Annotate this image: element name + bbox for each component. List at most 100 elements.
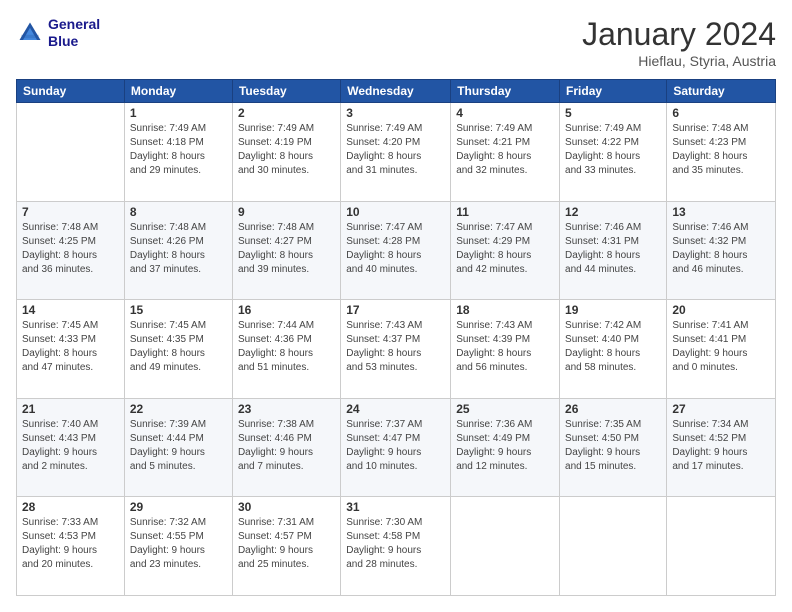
day-cell: 11 Sunrise: 7:47 AM Sunset: 4:29 PM Dayli… (451, 201, 560, 300)
day-number: 26 (565, 402, 661, 416)
day-info: Sunrise: 7:38 AM Sunset: 4:46 PM Dayligh… (238, 418, 335, 474)
day-number: 22 (130, 402, 227, 416)
day-number: 3 (346, 106, 445, 120)
day-info: Sunrise: 7:49 AM Sunset: 4:18 PM Dayligh… (130, 122, 227, 178)
day-number: 19 (565, 303, 661, 317)
day-number: 16 (238, 303, 335, 317)
day-info: Sunrise: 7:49 AM Sunset: 4:19 PM Dayligh… (238, 122, 335, 178)
day-info: Sunrise: 7:43 AM Sunset: 4:37 PM Dayligh… (346, 319, 445, 375)
logo-icon (16, 19, 44, 47)
day-cell: 25 Sunrise: 7:36 AM Sunset: 4:49 PM Dayli… (451, 398, 560, 497)
day-info: Sunrise: 7:46 AM Sunset: 4:32 PM Dayligh… (672, 221, 770, 277)
day-cell: 24Sunrise: 7:37 AM Sunset: 4:47 PM Dayli… (341, 398, 451, 497)
day-cell: 28 Sunrise: 7:33 AM Sunset: 4:53 PM Dayli… (17, 497, 125, 596)
week-row-1: 7Sunrise: 7:48 AM Sunset: 4:25 PM Daylig… (17, 201, 776, 300)
day-info: Sunrise: 7:48 AM Sunset: 4:23 PM Dayligh… (672, 122, 770, 178)
day-cell: 31 Sunrise: 7:30 AM Sunset: 4:58 PM Dayli… (341, 497, 451, 596)
day-info: Sunrise: 7:40 AM Sunset: 4:43 PM Dayligh… (22, 418, 119, 474)
day-info: Sunrise: 7:36 AM Sunset: 4:49 PM Dayligh… (456, 418, 554, 474)
day-cell: 14 Sunrise: 7:45 AM Sunset: 4:33 PM Dayli… (17, 300, 125, 399)
calendar-table: Sunday Monday Tuesday Wednesday Thursday… (16, 79, 776, 596)
col-wednesday: Wednesday (341, 80, 451, 103)
day-number: 8 (130, 205, 227, 219)
day-info: Sunrise: 7:44 AM Sunset: 4:36 PM Dayligh… (238, 319, 335, 375)
logo: General Blue (16, 16, 100, 50)
day-info: Sunrise: 7:35 AM Sunset: 4:50 PM Dayligh… (565, 418, 661, 474)
month-title: January 2024 (582, 16, 776, 53)
day-info: Sunrise: 7:42 AM Sunset: 4:40 PM Dayligh… (565, 319, 661, 375)
day-cell: 27Sunrise: 7:34 AM Sunset: 4:52 PM Dayli… (667, 398, 776, 497)
day-number: 1 (130, 106, 227, 120)
day-cell: 17 Sunrise: 7:43 AM Sunset: 4:37 PM Dayli… (341, 300, 451, 399)
day-number: 31 (346, 500, 445, 514)
day-number: 11 (456, 205, 554, 219)
day-number: 20 (672, 303, 770, 317)
day-info: Sunrise: 7:47 AM Sunset: 4:28 PM Dayligh… (346, 221, 445, 277)
location-title: Hieflau, Styria, Austria (582, 53, 776, 69)
col-saturday: Saturday (667, 80, 776, 103)
day-info: Sunrise: 7:41 AM Sunset: 4:41 PM Dayligh… (672, 319, 770, 375)
day-number: 30 (238, 500, 335, 514)
day-info: Sunrise: 7:33 AM Sunset: 4:53 PM Dayligh… (22, 516, 119, 572)
day-cell: 18Sunrise: 7:43 AM Sunset: 4:39 PM Dayli… (451, 300, 560, 399)
week-row-4: 28 Sunrise: 7:33 AM Sunset: 4:53 PM Dayli… (17, 497, 776, 596)
day-info: Sunrise: 7:34 AM Sunset: 4:52 PM Dayligh… (672, 418, 770, 474)
day-number: 4 (456, 106, 554, 120)
calendar-body: 1 Sunrise: 7:49 AM Sunset: 4:18 PM Daylig… (17, 103, 776, 596)
title-block: January 2024 Hieflau, Styria, Austria (582, 16, 776, 69)
day-number: 13 (672, 205, 770, 219)
day-info: Sunrise: 7:46 AM Sunset: 4:31 PM Dayligh… (565, 221, 661, 277)
day-info: Sunrise: 7:47 AM Sunset: 4:29 PM Dayligh… (456, 221, 554, 277)
col-tuesday: Tuesday (232, 80, 340, 103)
day-number: 28 (22, 500, 119, 514)
day-info: Sunrise: 7:32 AM Sunset: 4:55 PM Dayligh… (130, 516, 227, 572)
day-info: Sunrise: 7:49 AM Sunset: 4:20 PM Dayligh… (346, 122, 445, 178)
day-info: Sunrise: 7:30 AM Sunset: 4:58 PM Dayligh… (346, 516, 445, 572)
day-info: Sunrise: 7:48 AM Sunset: 4:25 PM Dayligh… (22, 221, 119, 277)
day-info: Sunrise: 7:49 AM Sunset: 4:21 PM Dayligh… (456, 122, 554, 178)
day-info: Sunrise: 7:48 AM Sunset: 4:27 PM Dayligh… (238, 221, 335, 277)
week-row-0: 1 Sunrise: 7:49 AM Sunset: 4:18 PM Daylig… (17, 103, 776, 202)
day-cell (17, 103, 125, 202)
day-cell: 16 Sunrise: 7:44 AM Sunset: 4:36 PM Dayli… (232, 300, 340, 399)
logo-line2: Blue (48, 33, 100, 50)
col-friday: Friday (560, 80, 667, 103)
header-row: Sunday Monday Tuesday Wednesday Thursday… (17, 80, 776, 103)
day-cell: 1 Sunrise: 7:49 AM Sunset: 4:18 PM Daylig… (124, 103, 232, 202)
day-cell: 26 Sunrise: 7:35 AM Sunset: 4:50 PM Dayli… (560, 398, 667, 497)
day-info: Sunrise: 7:45 AM Sunset: 4:33 PM Dayligh… (22, 319, 119, 375)
day-number: 2 (238, 106, 335, 120)
day-number: 18 (456, 303, 554, 317)
day-cell: 8Sunrise: 7:48 AM Sunset: 4:26 PM Daylig… (124, 201, 232, 300)
day-cell: 29 Sunrise: 7:32 AM Sunset: 4:55 PM Dayli… (124, 497, 232, 596)
day-number: 15 (130, 303, 227, 317)
day-cell: 3 Sunrise: 7:49 AM Sunset: 4:20 PM Daylig… (341, 103, 451, 202)
day-cell (451, 497, 560, 596)
col-thursday: Thursday (451, 80, 560, 103)
logo-text: General Blue (48, 16, 100, 50)
day-cell: 30 Sunrise: 7:31 AM Sunset: 4:57 PM Dayli… (232, 497, 340, 596)
day-number: 29 (130, 500, 227, 514)
day-info: Sunrise: 7:49 AM Sunset: 4:22 PM Dayligh… (565, 122, 661, 178)
col-sunday: Sunday (17, 80, 125, 103)
day-number: 23 (238, 402, 335, 416)
week-row-2: 14 Sunrise: 7:45 AM Sunset: 4:33 PM Dayli… (17, 300, 776, 399)
day-cell: 6Sunrise: 7:48 AM Sunset: 4:23 PM Daylig… (667, 103, 776, 202)
day-cell: 20 Sunrise: 7:41 AM Sunset: 4:41 PM Dayli… (667, 300, 776, 399)
day-number: 5 (565, 106, 661, 120)
day-cell: 4 Sunrise: 7:49 AM Sunset: 4:21 PM Daylig… (451, 103, 560, 202)
day-info: Sunrise: 7:31 AM Sunset: 4:57 PM Dayligh… (238, 516, 335, 572)
day-number: 17 (346, 303, 445, 317)
day-cell: 2 Sunrise: 7:49 AM Sunset: 4:19 PM Daylig… (232, 103, 340, 202)
day-cell (667, 497, 776, 596)
day-cell: 15Sunrise: 7:45 AM Sunset: 4:35 PM Dayli… (124, 300, 232, 399)
day-cell: 23 Sunrise: 7:38 AM Sunset: 4:46 PM Dayli… (232, 398, 340, 497)
day-cell: 10Sunrise: 7:47 AM Sunset: 4:28 PM Dayli… (341, 201, 451, 300)
day-cell: 9Sunrise: 7:48 AM Sunset: 4:27 PM Daylig… (232, 201, 340, 300)
day-info: Sunrise: 7:37 AM Sunset: 4:47 PM Dayligh… (346, 418, 445, 474)
day-number: 14 (22, 303, 119, 317)
logo-line1: General (48, 16, 100, 33)
week-row-3: 21Sunrise: 7:40 AM Sunset: 4:43 PM Dayli… (17, 398, 776, 497)
day-cell: 22Sunrise: 7:39 AM Sunset: 4:44 PM Dayli… (124, 398, 232, 497)
day-number: 25 (456, 402, 554, 416)
